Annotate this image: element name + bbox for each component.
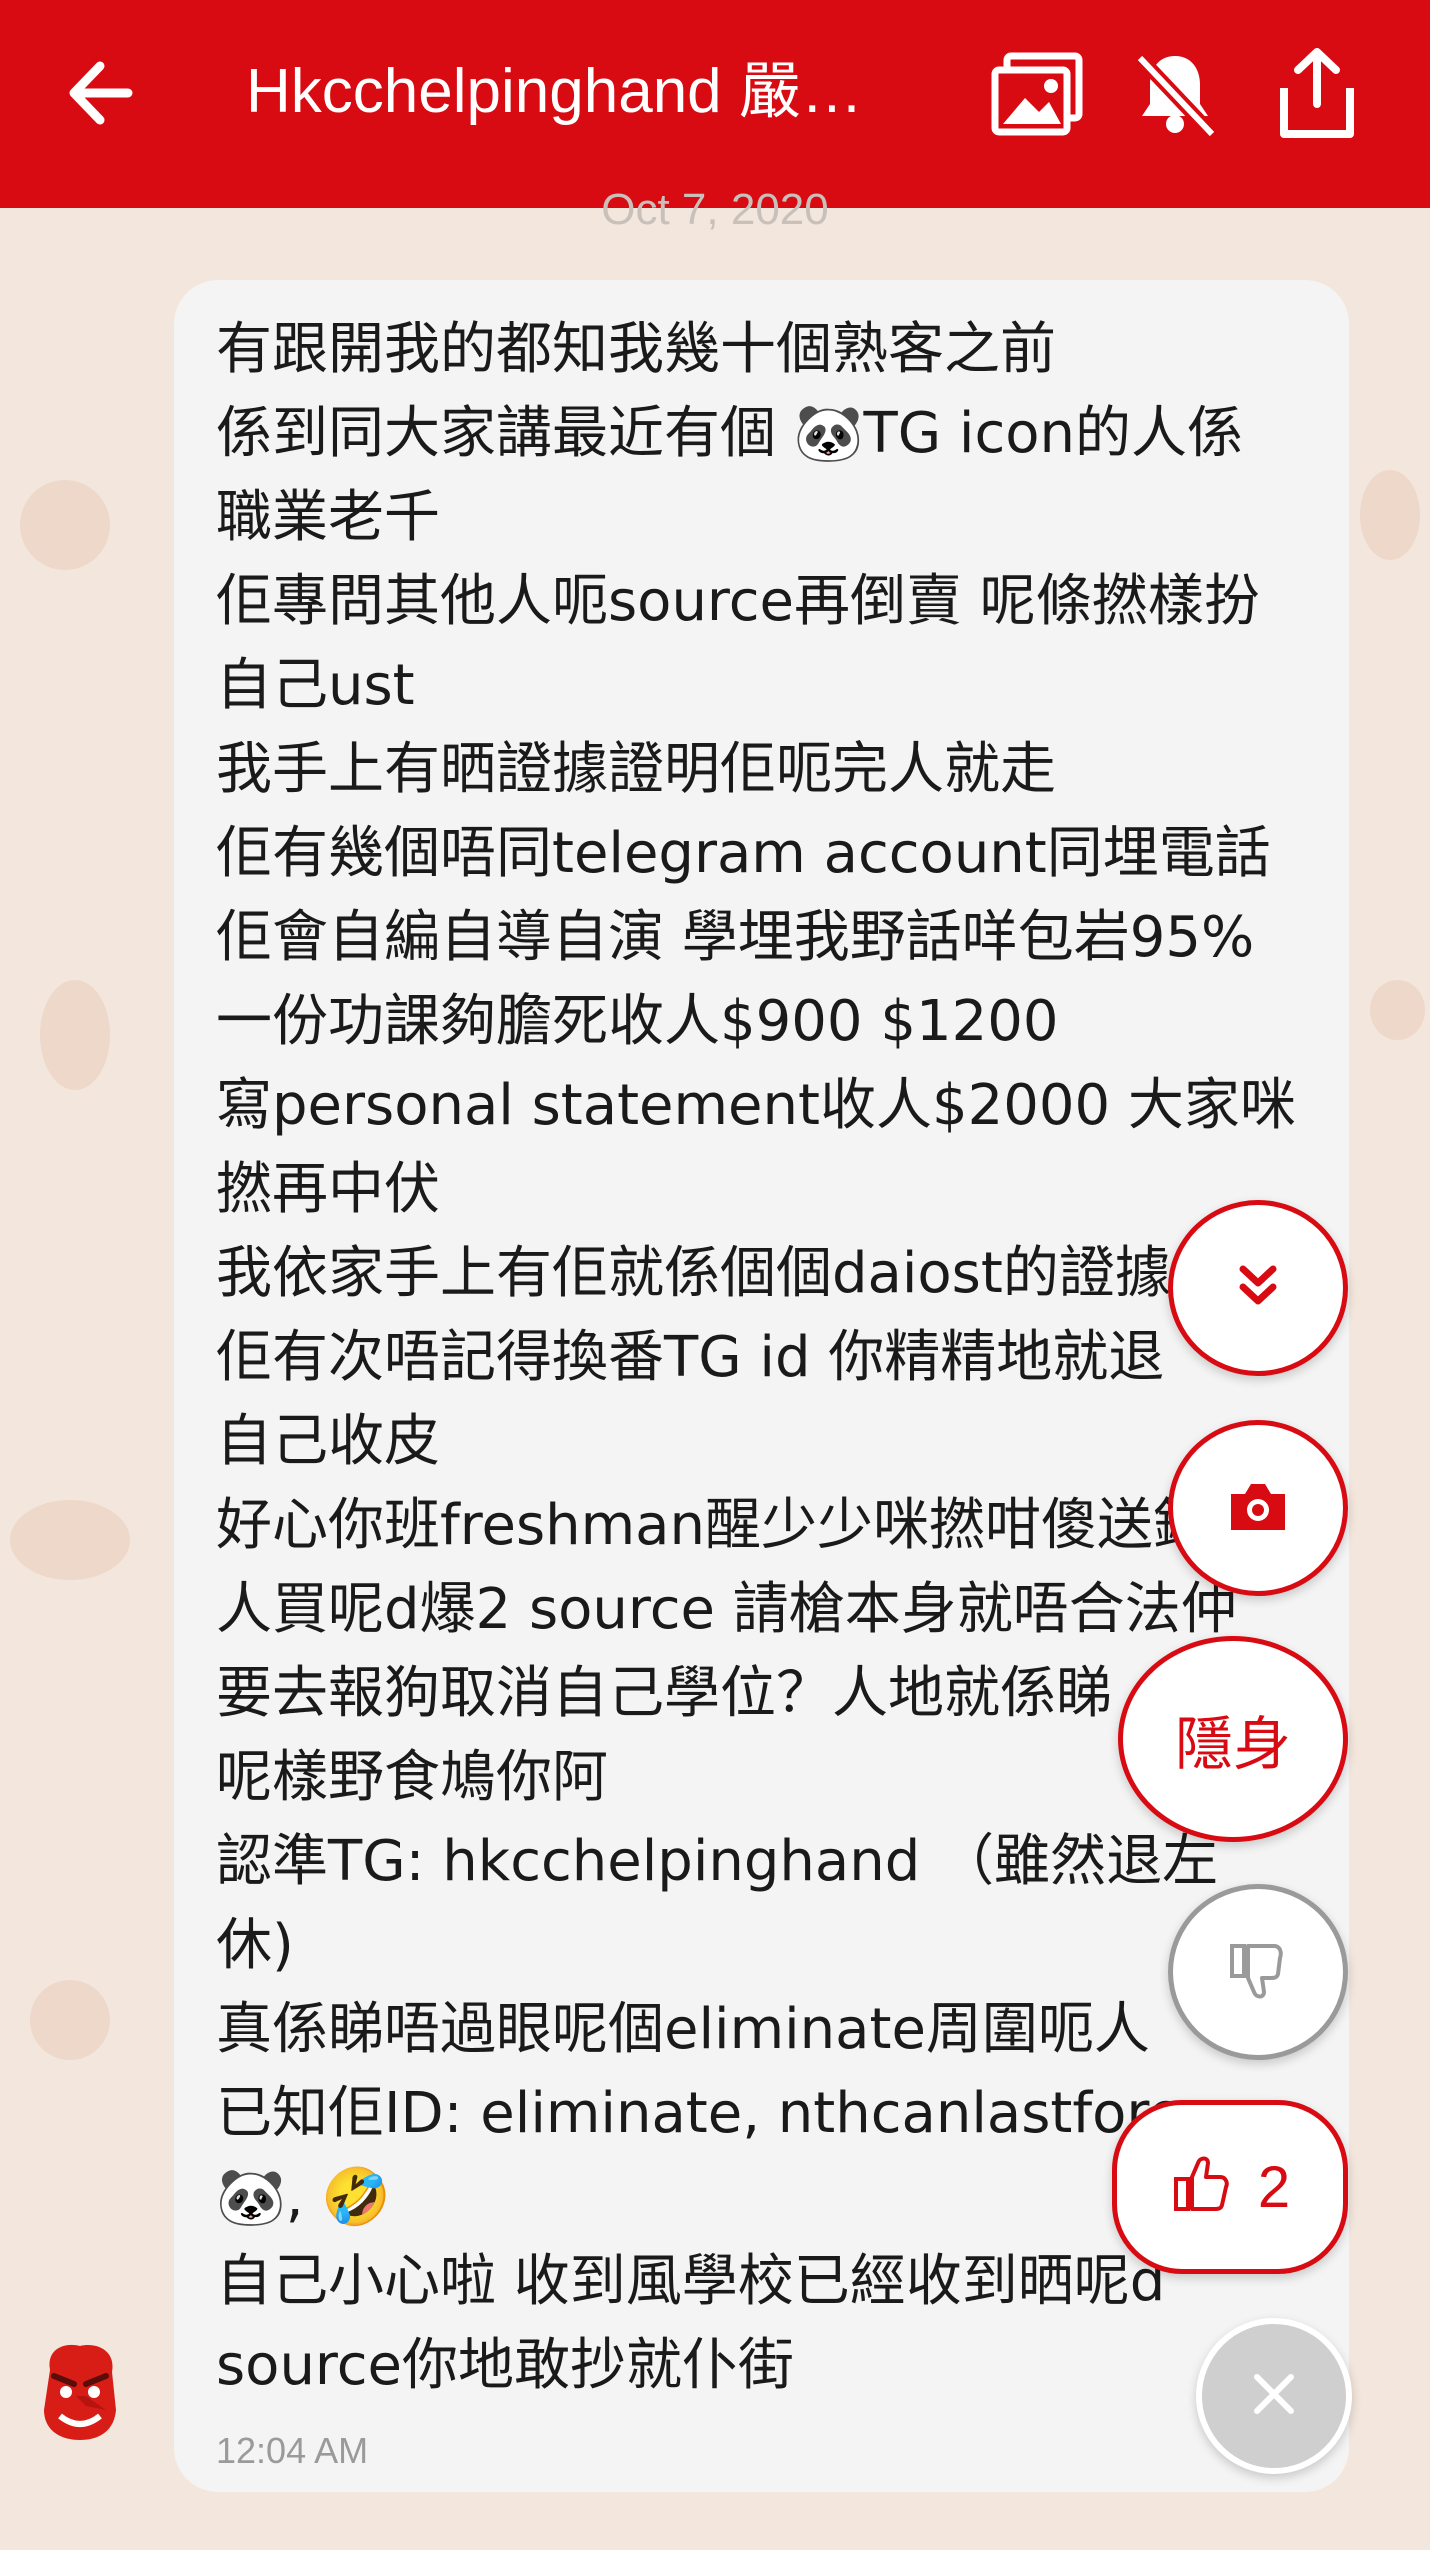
message-line: 佢有次唔記得換番TG id 你精精地就退 bbox=[216, 1325, 1165, 1390]
message-line: 自己收皮 bbox=[216, 1409, 440, 1474]
message-line: 一份功課夠膽死收人$900 $1200 bbox=[216, 989, 1059, 1054]
message-line: 我手上有晒證據證明佢呃完人就走 bbox=[216, 737, 1056, 802]
message-line: 好心你班freshman醒少少咪撚咁傻送錢 bbox=[216, 1493, 1209, 1558]
message-line: 人買呢d爆2 source 請槍本身就唔合法仲 bbox=[216, 1577, 1237, 1642]
message-line: 撚再中伏 bbox=[216, 1157, 440, 1222]
scroll-down-button[interactable] bbox=[1168, 1200, 1348, 1376]
avatar[interactable] bbox=[36, 2340, 124, 2444]
gallery-icon[interactable] bbox=[985, 38, 1095, 148]
message-line: source你地敢抄就仆街 bbox=[216, 2333, 794, 2398]
message-line: 寫personal statement收人$2000 大家咪 bbox=[216, 1073, 1296, 1138]
chat-title[interactable]: Hkcchelpinghand 嚴… bbox=[246, 52, 906, 132]
like-button[interactable]: 2 bbox=[1112, 2100, 1348, 2274]
message-line: 認準TG: hkcchelpinghand （雖然退左 bbox=[216, 1829, 1219, 1894]
arrow-left-icon[interactable] bbox=[58, 48, 148, 138]
message-line: 自己ust bbox=[216, 653, 415, 718]
message-text: 有跟開我的都知我幾十個熟客之前係到同大家講最近有個 🐼TG icon的人係 職業老… bbox=[216, 308, 1326, 2408]
dislike-button[interactable] bbox=[1168, 1884, 1348, 2060]
message-line: 職業老千 bbox=[216, 485, 440, 550]
double-chevron-down-icon bbox=[1233, 1261, 1283, 1315]
message-line: 我依家手上有佢就係個個daiost的證據 bbox=[216, 1241, 1171, 1306]
message-line: 有跟開我的都知我幾十個熟客之前 bbox=[216, 317, 1056, 382]
date-separator: Oct 7, 2020 bbox=[601, 185, 829, 234]
hide-identity-button[interactable]: 隱身 bbox=[1118, 1636, 1348, 1842]
message-line: 佢會自編自導自演 學埋我野話咩包岩95% bbox=[216, 905, 1255, 970]
share-icon[interactable] bbox=[1262, 38, 1372, 148]
close-icon bbox=[1249, 2369, 1299, 2423]
message-time: 12:04 AM bbox=[216, 2430, 369, 2471]
like-count: 2 bbox=[1257, 2154, 1291, 2220]
camera-button[interactable] bbox=[1168, 1420, 1348, 1596]
message-line: 真係睇唔過眼呢個eliminate周圍呃人 bbox=[216, 1997, 1150, 2062]
close-button[interactable] bbox=[1196, 2318, 1352, 2474]
thumbs-up-icon bbox=[1170, 2153, 1234, 2221]
top-app-bar: Hkcchelpinghand 嚴… bbox=[0, 0, 1430, 208]
hide-identity-label: 隱身 bbox=[1174, 1710, 1291, 1778]
thumbs-down-icon bbox=[1226, 1938, 1290, 2006]
message-line: 佢專問其他人呃source再倒賣 呢條撚樣扮 bbox=[216, 569, 1260, 634]
message-line: 休) bbox=[216, 1913, 294, 1978]
bell-off-icon[interactable] bbox=[1120, 38, 1230, 148]
camera-icon bbox=[1227, 1478, 1289, 1538]
message-line: 佢有幾個唔同telegram account同埋電話 bbox=[216, 821, 1271, 886]
message-line: 係到同大家講最近有個 🐼TG icon的人係 bbox=[216, 401, 1244, 466]
